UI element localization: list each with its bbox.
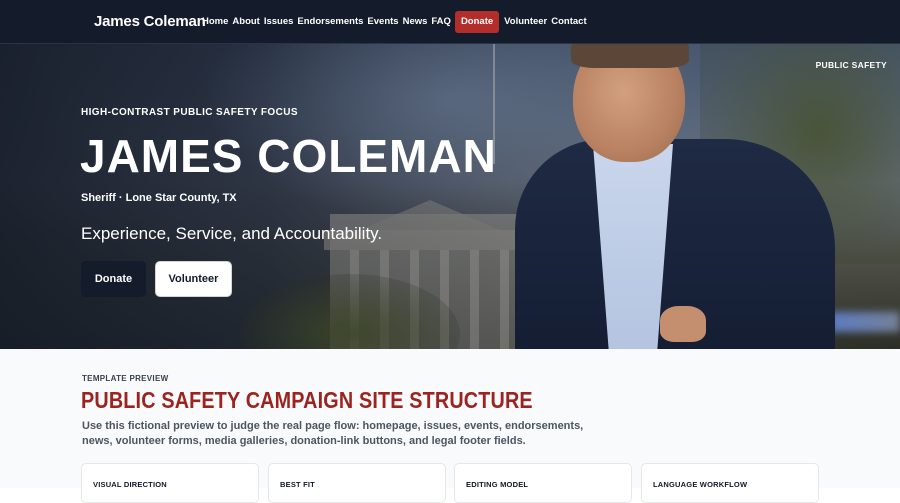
hero-role-subtitle: Sheriff · Lone Star County, TX — [81, 192, 237, 204]
donate-button[interactable]: Donate — [81, 261, 146, 297]
section-title: PUBLIC SAFETY CAMPAIGN SITE STRUCTURE — [81, 387, 533, 413]
nav-link-news[interactable]: News — [403, 11, 428, 33]
hero-eyebrow: HIGH-CONTRAST PUBLIC SAFETY FOCUS — [81, 107, 298, 118]
hero-banner: PUBLIC SAFETY HIGH-CONTRAST PUBLIC SAFET… — [0, 44, 900, 349]
hero-category-tag: PUBLIC SAFETY — [815, 60, 887, 70]
nav-link-home[interactable]: Home — [202, 11, 228, 33]
section-description: Use this fictional preview to judge the … — [82, 420, 584, 447]
nav-link-contact[interactable]: Contact — [551, 11, 586, 33]
card-language-workflow: LANGUAGE WORKFLOW — [641, 463, 819, 503]
top-navigation: James Coleman Home About Issues Endorsem… — [0, 0, 900, 44]
nav-link-about[interactable]: About — [232, 11, 259, 33]
card-best-fit: BEST FIT — [268, 463, 446, 503]
nav-donate-button[interactable]: Donate — [454, 11, 500, 33]
candidate-portrait — [515, 44, 835, 349]
card-visual-direction: VISUAL DIRECTION — [81, 463, 259, 503]
section-eyebrow: TEMPLATE PREVIEW — [82, 374, 169, 383]
card-editing-model: EDITING MODEL — [454, 463, 632, 503]
nav-link-endorsements[interactable]: Endorsements — [297, 11, 363, 33]
nav-link-volunteer[interactable]: Volunteer — [504, 11, 547, 33]
volunteer-button[interactable]: Volunteer — [155, 261, 232, 297]
nav-link-issues[interactable]: Issues — [264, 11, 294, 33]
nav-link-events[interactable]: Events — [367, 11, 398, 33]
brand-logo-text[interactable]: James Coleman — [94, 13, 206, 30]
police-light-graphic — [830, 312, 900, 332]
hero-slogan: Experience, Service, and Accountability. — [81, 224, 383, 243]
template-preview-section: TEMPLATE PREVIEW PUBLIC SAFETY CAMPAIGN … — [0, 349, 900, 503]
nav-link-faq[interactable]: FAQ — [431, 11, 451, 33]
nav-links: Home About Issues Endorsements Events Ne… — [202, 11, 591, 33]
hero-title: JAMES COLEMAN — [80, 130, 497, 182]
